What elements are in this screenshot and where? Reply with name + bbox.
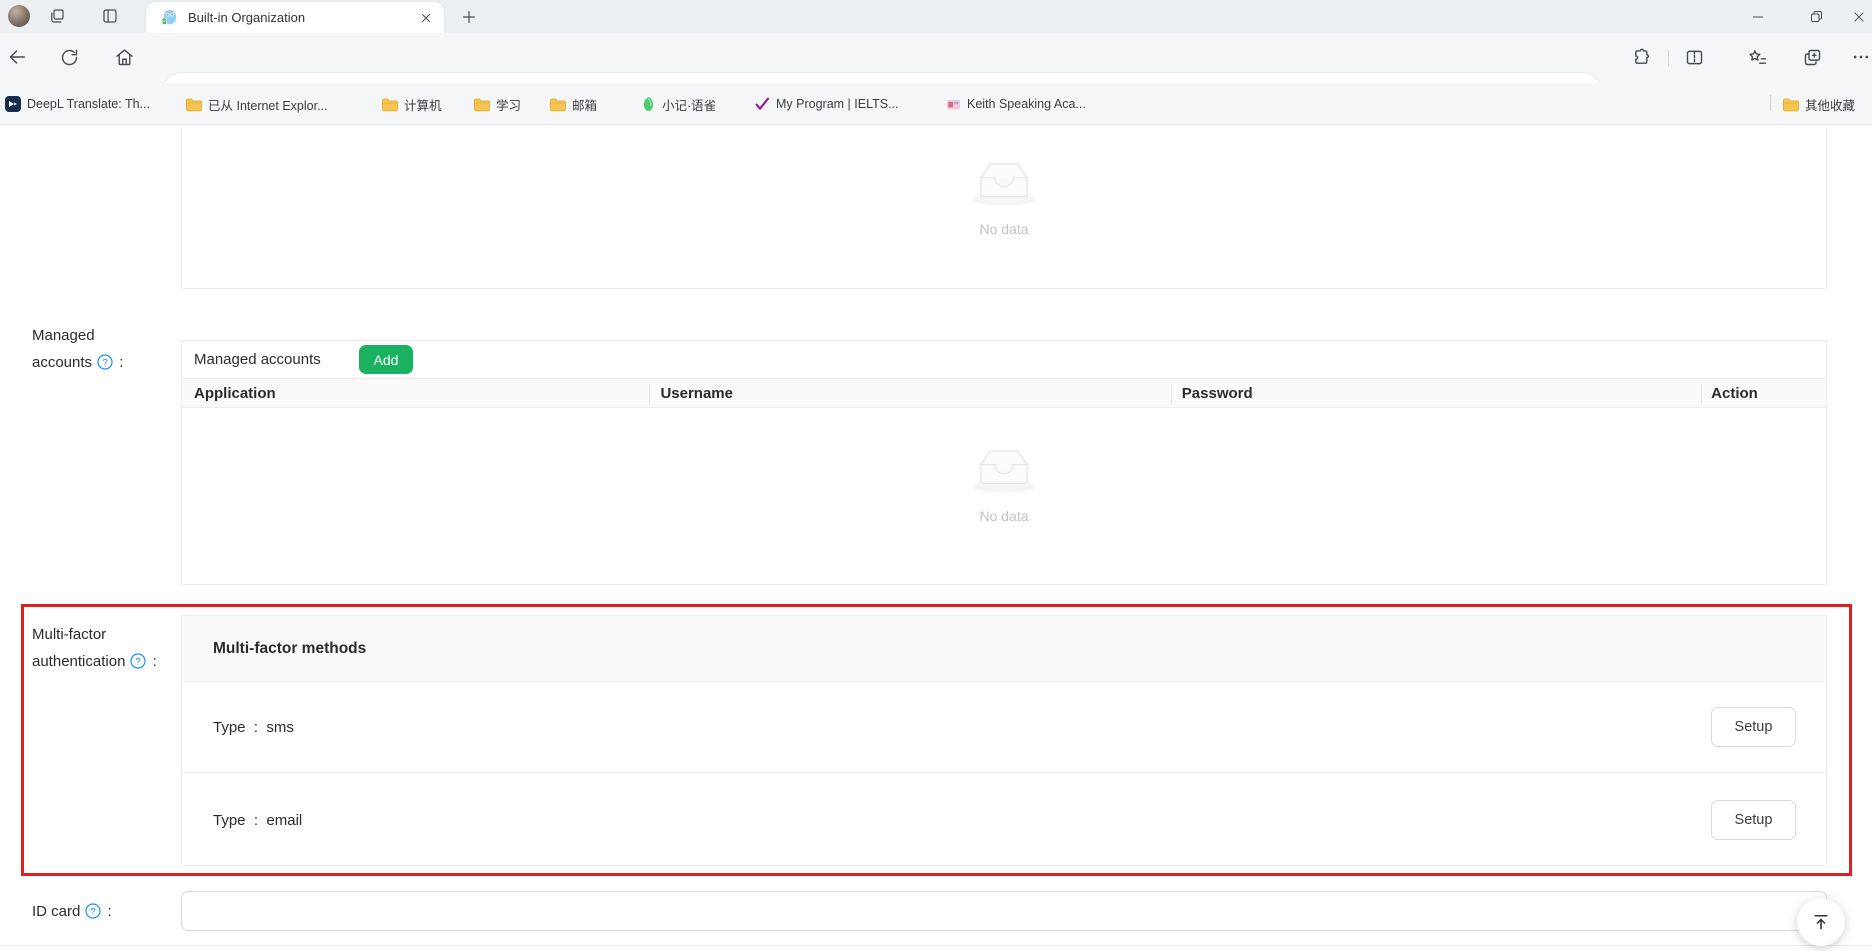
setup-email-button[interactable]: Setup (1711, 800, 1796, 840)
empty-inbox-icon (965, 438, 1043, 496)
mfa-row-text: Type : sms (213, 719, 294, 736)
empty-state: No data (182, 151, 1826, 237)
refresh-icon[interactable] (56, 44, 82, 70)
site-icon (946, 97, 961, 112)
top-card: No data (181, 127, 1827, 289)
bookmark-keith-speaking[interactable]: Keith Speaking Aca... (946, 83, 1086, 125)
idcard-input[interactable] (181, 891, 1827, 931)
mfa-row-text: Type : email (213, 812, 302, 829)
folder-icon (473, 97, 490, 112)
managed-accounts-card-title: Managed accounts (194, 351, 321, 368)
browser-tab[interactable]: Built-in Organization (146, 2, 444, 33)
tab-title: Built-in Organization (188, 10, 420, 25)
bookmark-folder-mail[interactable]: 邮箱 (549, 83, 597, 125)
new-tab-icon[interactable] (458, 6, 480, 28)
browser-titlebar: Built-in Organization (0, 0, 1872, 33)
empty-text: No data (979, 508, 1028, 524)
mfa-row-sms: Type : sms Setup (182, 682, 1826, 773)
bookmark-folder-computer[interactable]: 计算机 (381, 83, 442, 125)
bookmark-my-program-ielts[interactable]: My Program | IELTS... (754, 83, 899, 125)
browser-window: Built-in Organization (0, 0, 1872, 951)
tab-favicon-casdoor (160, 9, 178, 27)
managed-accounts-table-header: Application Username Password Action (182, 378, 1826, 408)
window-close-button[interactable] (1846, 0, 1872, 33)
svg-text:?: ? (91, 906, 96, 917)
add-managed-account-button[interactable]: Add (359, 345, 413, 374)
collections-icon[interactable] (1799, 44, 1825, 70)
bookmark-yuque[interactable]: 小记·语雀 (641, 83, 716, 125)
mfa-row-email: Type : email Setup (182, 773, 1826, 867)
svg-text:?: ? (136, 656, 141, 667)
toolbar-divider (1668, 50, 1669, 66)
help-icon[interactable]: ? (130, 653, 146, 669)
bookmarks-divider (1770, 95, 1771, 111)
window-restore-button[interactable] (1796, 0, 1836, 33)
back-icon[interactable] (4, 44, 30, 70)
settings-menu-icon[interactable] (1850, 44, 1872, 70)
section-divider (0, 945, 1872, 946)
managed-accounts-card-header: Managed accounts Add (182, 341, 1826, 378)
mfa-card-title: Multi-factor methods (213, 640, 366, 658)
column-header-application: Application (182, 385, 648, 402)
bookmark-folder-internet-explorer[interactable]: 已从 Internet Explor... (185, 83, 328, 125)
page-content: No data Managed accounts? : Managed acco… (0, 125, 1872, 951)
mfa-card-header: Multi-factor methods (182, 616, 1826, 682)
deepl-icon (5, 96, 21, 112)
bookmarks-bar: DeepL Translate: Th... 已从 Internet Explo… (0, 83, 1872, 125)
column-header-username: Username (648, 385, 1169, 402)
folder-icon (1782, 97, 1799, 112)
folder-icon (381, 97, 398, 112)
idcard-field-label: ID card? : (32, 898, 112, 925)
workspaces-icon[interactable] (47, 6, 67, 26)
bookmark-other-favorites[interactable]: 其他收藏 (1782, 83, 1855, 125)
folder-icon (185, 97, 202, 112)
mfa-field-label: Multi-factor authentication? : (32, 621, 157, 675)
svg-text:?: ? (102, 357, 107, 368)
split-screen-icon[interactable] (1681, 44, 1707, 70)
help-icon[interactable]: ? (85, 903, 101, 919)
help-icon[interactable]: ? (97, 354, 113, 370)
empty-text: No data (979, 221, 1028, 237)
browser-navbar: localhost:8000/account A (0, 33, 1872, 83)
check-icon (754, 96, 770, 112)
window-minimize-button[interactable] (1738, 0, 1778, 33)
folder-icon (549, 97, 566, 112)
managed-accounts-field-label: Managed accounts? : (32, 322, 123, 376)
bookmark-deepl[interactable]: DeepL Translate: Th... (5, 83, 150, 125)
setup-sms-button[interactable]: Setup (1711, 707, 1796, 747)
empty-inbox-icon (965, 151, 1043, 209)
extensions-icon[interactable] (1628, 44, 1654, 70)
scroll-to-top-button[interactable] (1797, 898, 1845, 946)
bookmark-folder-study[interactable]: 学习 (473, 83, 521, 125)
column-header-password: Password (1170, 385, 1699, 402)
managed-accounts-card: Managed accounts Add Application Usernam… (181, 340, 1827, 585)
favorites-hub-icon[interactable] (1744, 44, 1770, 70)
column-header-action: Action (1699, 385, 1826, 402)
tab-close-icon[interactable] (420, 12, 432, 24)
empty-state: No data (182, 438, 1826, 524)
yuque-icon (641, 96, 656, 112)
vertical-align-top-icon (1811, 912, 1831, 932)
home-icon[interactable] (111, 44, 137, 70)
tab-actions-icon[interactable] (100, 6, 120, 26)
profile-avatar[interactable] (8, 5, 30, 27)
mfa-card: Multi-factor methods Type : sms Setup Ty… (181, 615, 1827, 866)
